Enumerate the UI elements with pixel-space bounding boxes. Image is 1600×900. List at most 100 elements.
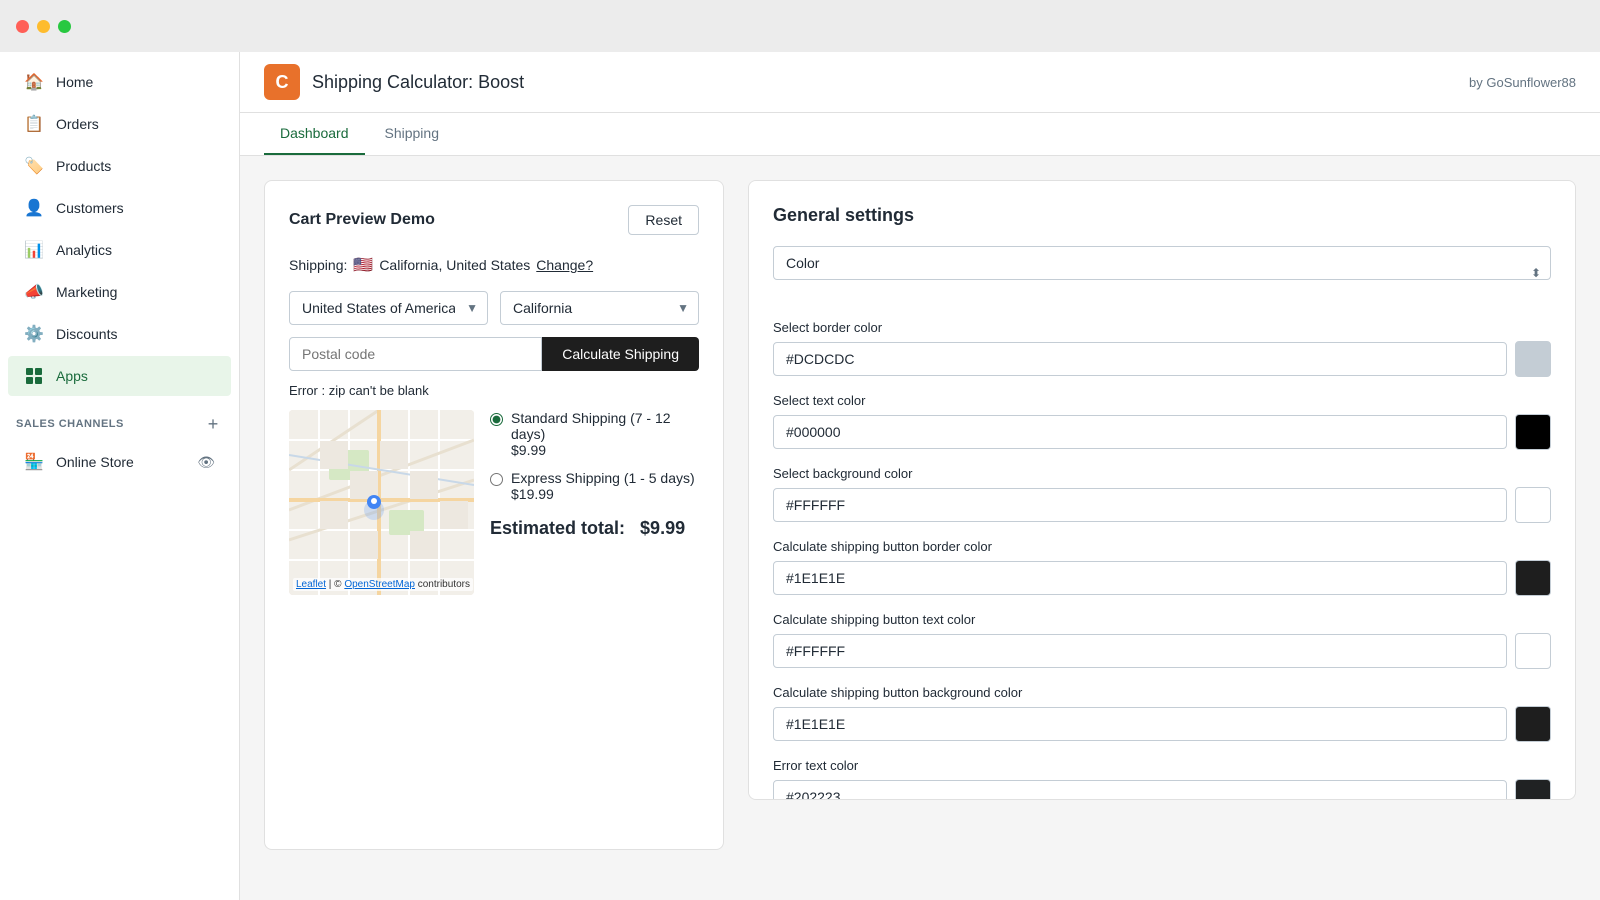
- background-color-swatch[interactable]: [1515, 487, 1551, 523]
- postal-code-input[interactable]: [289, 337, 542, 371]
- sidebar-item-label: Analytics: [56, 242, 112, 258]
- shipping-location-line: Shipping: 🇺🇸 California, United States C…: [289, 255, 699, 275]
- content-area: C Shipping Calculator: Boost by GoSunflo…: [240, 52, 1600, 900]
- map-attribution: Leaflet | © OpenStreetMap contributors: [293, 578, 473, 591]
- setting-btn-border-color: Calculate shipping button border color: [773, 539, 1551, 596]
- sidebar: 🏠 Home 📋 Orders 🏷️ Products 👤 Customers …: [0, 52, 240, 900]
- sales-channels-section: SALES CHANNELS +: [0, 398, 239, 440]
- sidebar-item-marketing[interactable]: 📣 Marketing: [8, 272, 231, 312]
- country-select[interactable]: United States of America: [289, 291, 488, 325]
- shipping-option-standard: Standard Shipping (7 - 12 days) $9.99: [490, 410, 699, 458]
- sidebar-item-discounts[interactable]: ⚙️ Discounts: [8, 314, 231, 354]
- tab-dashboard[interactable]: Dashboard: [264, 113, 365, 155]
- sidebar-item-customers[interactable]: 👤 Customers: [8, 188, 231, 228]
- tabs-bar: Dashboard Shipping: [240, 113, 1600, 156]
- btn-bg-color-input[interactable]: [773, 707, 1507, 741]
- cart-panel-title: Cart Preview Demo: [289, 211, 435, 229]
- shipping-options: Standard Shipping (7 - 12 days) $9.99 Ex…: [490, 410, 699, 539]
- text-color-input[interactable]: [773, 415, 1507, 449]
- home-icon: 🏠: [24, 72, 44, 92]
- app-header: C Shipping Calculator: Boost by GoSunflo…: [240, 52, 1600, 113]
- main-content: Cart Preview Demo Reset Shipping: 🇺🇸 Cal…: [240, 156, 1600, 874]
- main-layout: 🏠 Home 📋 Orders 🏷️ Products 👤 Customers …: [0, 52, 1600, 900]
- reset-button[interactable]: Reset: [628, 205, 699, 235]
- app-logo: C: [264, 64, 300, 100]
- leaflet-link[interactable]: Leaflet: [296, 579, 326, 590]
- country-select-wrapper: United States of America ▼: [289, 291, 488, 325]
- border-color-input[interactable]: [773, 342, 1507, 376]
- btn-bg-color-swatch[interactable]: [1515, 706, 1551, 742]
- sidebar-item-products[interactable]: 🏷️ Products: [8, 146, 231, 186]
- province-select-wrapper: California ▼: [500, 291, 699, 325]
- setting-error-text-color: Error text color: [773, 758, 1551, 800]
- setting-text-color: Select text color: [773, 393, 1551, 450]
- province-select[interactable]: California: [500, 291, 699, 325]
- sidebar-item-label: Discounts: [56, 326, 117, 342]
- products-icon: 🏷️: [24, 156, 44, 176]
- standard-shipping-radio[interactable]: [490, 413, 503, 426]
- sidebar-item-label: Products: [56, 158, 111, 174]
- sidebar-item-apps[interactable]: Apps: [8, 356, 231, 396]
- btn-text-color-swatch[interactable]: [1515, 633, 1551, 669]
- analytics-icon: 📊: [24, 240, 44, 260]
- sidebar-item-label: Home: [56, 74, 93, 90]
- orders-icon: 📋: [24, 114, 44, 134]
- general-settings-panel: General settings Color ⬍ Select border c…: [748, 180, 1576, 800]
- estimated-total-label: Estimated total:: [490, 518, 625, 538]
- add-sales-channel-button[interactable]: +: [203, 414, 223, 434]
- background-color-label: Select background color: [773, 466, 1551, 481]
- marketing-icon: 📣: [24, 282, 44, 302]
- osm-link[interactable]: OpenStreetMap: [344, 579, 415, 590]
- change-link[interactable]: Change?: [536, 257, 593, 273]
- standard-shipping-price: $9.99: [511, 442, 699, 458]
- sidebar-item-orders[interactable]: 📋 Orders: [8, 104, 231, 144]
- estimated-total: Estimated total: $9.99: [490, 518, 699, 539]
- location-selects: United States of America ▼ California ▼: [289, 291, 699, 325]
- sidebar-item-online-store[interactable]: 🏪 Online Store 👁: [8, 442, 231, 482]
- sidebar-item-home[interactable]: 🏠 Home: [8, 62, 231, 102]
- customers-icon: 👤: [24, 198, 44, 218]
- btn-border-color-swatch[interactable]: [1515, 560, 1551, 596]
- border-color-swatch[interactable]: [1515, 341, 1551, 377]
- color-type-select[interactable]: Color: [773, 246, 1551, 280]
- sidebar-item-label: Customers: [56, 200, 124, 216]
- online-store-label: Online Store: [56, 454, 134, 470]
- tab-shipping[interactable]: Shipping: [369, 113, 456, 155]
- setting-background-color: Select background color: [773, 466, 1551, 523]
- shipping-option-express: Express Shipping (1 - 5 days) $19.99: [490, 470, 699, 502]
- text-color-swatch[interactable]: [1515, 414, 1551, 450]
- btn-border-color-label: Calculate shipping button border color: [773, 539, 1551, 554]
- sidebar-item-label: Apps: [56, 368, 88, 384]
- background-color-input[interactable]: [773, 488, 1507, 522]
- error-text-color-input[interactable]: [773, 780, 1507, 800]
- btn-text-color-label: Calculate shipping button text color: [773, 612, 1551, 627]
- btn-text-color-input[interactable]: [773, 634, 1507, 668]
- setting-border-color: Select border color: [773, 320, 1551, 377]
- store-icon: 🏪: [24, 452, 44, 472]
- error-message: Error : zip can't be blank: [289, 383, 699, 398]
- fullscreen-dot[interactable]: [58, 20, 71, 33]
- close-dot[interactable]: [16, 20, 29, 33]
- express-shipping-name: Express Shipping (1 - 5 days): [511, 470, 695, 486]
- postal-row: Calculate Shipping: [289, 337, 699, 371]
- app-title: Shipping Calculator: Boost: [312, 72, 524, 93]
- btn-bg-color-label: Calculate shipping button background col…: [773, 685, 1551, 700]
- cart-preview-panel: Cart Preview Demo Reset Shipping: 🇺🇸 Cal…: [264, 180, 724, 850]
- error-text-color-swatch[interactable]: [1515, 779, 1551, 800]
- sidebar-item-label: Marketing: [56, 284, 117, 300]
- minimize-dot[interactable]: [37, 20, 50, 33]
- map-container: Leaflet | © OpenStreetMap contributors: [289, 410, 474, 595]
- shipping-location: California, United States: [379, 257, 530, 273]
- calculate-shipping-button[interactable]: Calculate Shipping: [542, 337, 699, 371]
- flag-icon: 🇺🇸: [353, 255, 373, 275]
- cart-panel-header: Cart Preview Demo Reset: [289, 205, 699, 235]
- sidebar-item-analytics[interactable]: 📊 Analytics: [8, 230, 231, 270]
- setting-btn-text-color: Calculate shipping button text color: [773, 612, 1551, 669]
- apps-icon: [24, 366, 44, 386]
- btn-border-color-input[interactable]: [773, 561, 1507, 595]
- standard-shipping-name: Standard Shipping (7 - 12 days): [511, 410, 699, 442]
- text-color-label: Select text color: [773, 393, 1551, 408]
- app-by-text: by GoSunflower88: [1469, 75, 1576, 90]
- settings-title: General settings: [773, 205, 1551, 226]
- express-shipping-radio[interactable]: [490, 473, 503, 486]
